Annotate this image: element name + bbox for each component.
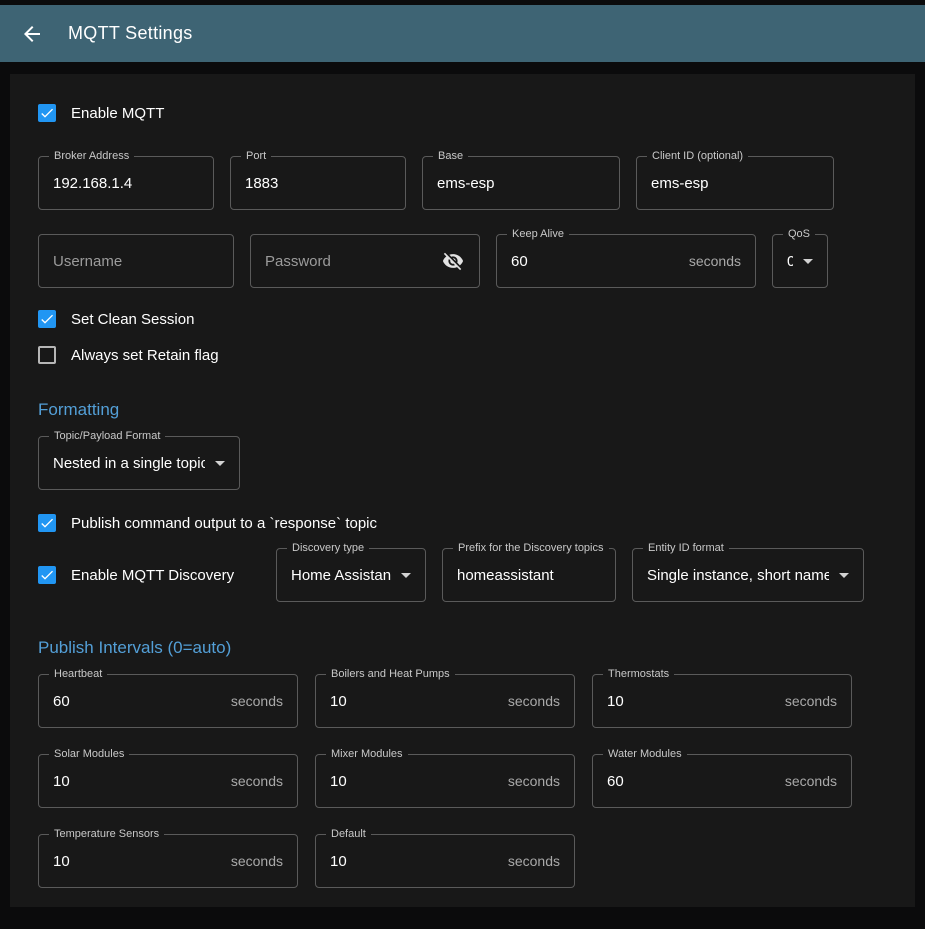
- unit-suffix: seconds: [508, 853, 560, 869]
- dropdown-arrow-icon: [803, 259, 813, 264]
- select-value: Single instance, short name: [647, 567, 829, 584]
- base-field[interactable]: Base: [422, 156, 620, 210]
- toggle-password-visibility-button[interactable]: [441, 249, 465, 273]
- thermostats-interval-input[interactable]: [607, 693, 777, 710]
- retain-flag-checkbox[interactable]: Always set Retain flag: [38, 346, 887, 364]
- field-label: Boilers and Heat Pumps: [326, 668, 455, 681]
- entity-id-format-select[interactable]: Entity ID format Single instance, short …: [632, 548, 864, 602]
- client-id-input[interactable]: [651, 175, 819, 192]
- publish-intervals-heading: Publish Intervals (0=auto): [38, 638, 887, 658]
- temperature-sensors-interval-field[interactable]: Temperature Sensors seconds: [38, 834, 298, 888]
- select-value: Home Assistant: [291, 567, 391, 584]
- publish-response-checkbox[interactable]: Publish command output to a `response` t…: [38, 514, 887, 532]
- username-field[interactable]: [38, 234, 234, 288]
- field-label: Prefix for the Discovery topics: [453, 542, 609, 555]
- field-label: Heartbeat: [49, 668, 107, 681]
- field-label: QoS: [783, 228, 815, 241]
- page-title: MQTT Settings: [68, 23, 193, 44]
- back-button[interactable]: [20, 22, 44, 46]
- discovery-type-select[interactable]: Discovery type Home Assistant: [276, 548, 426, 602]
- password-input[interactable]: [265, 253, 433, 270]
- connection-row-1: Broker Address Port Base Client ID (opti…: [38, 156, 887, 210]
- arrow-back-icon: [20, 22, 44, 46]
- checkbox-checked-icon: [38, 566, 56, 584]
- field-label: Mixer Modules: [326, 748, 408, 761]
- field-label: Thermostats: [603, 668, 674, 681]
- solar-interval-field[interactable]: Solar Modules seconds: [38, 754, 298, 808]
- unit-suffix: seconds: [231, 693, 283, 709]
- water-interval-input[interactable]: [607, 773, 777, 790]
- temperature-sensors-interval-input[interactable]: [53, 853, 223, 870]
- keep-alive-input[interactable]: [511, 253, 681, 270]
- checkbox-checked-icon: [38, 514, 56, 532]
- app-bar: MQTT Settings: [0, 5, 925, 62]
- dropdown-arrow-icon: [401, 573, 411, 578]
- qos-select[interactable]: QoS 0: [772, 234, 828, 288]
- unit-suffix: seconds: [231, 773, 283, 789]
- client-id-field[interactable]: Client ID (optional): [636, 156, 834, 210]
- field-label: Temperature Sensors: [49, 828, 164, 841]
- unit-suffix: seconds: [785, 773, 837, 789]
- field-label: Solar Modules: [49, 748, 129, 761]
- field-label: Keep Alive: [507, 228, 569, 241]
- discovery-prefix-input[interactable]: [457, 567, 601, 584]
- checkbox-label: Enable MQTT Discovery: [71, 567, 234, 584]
- select-value: Nested in a single topic: [53, 455, 205, 472]
- field-label: Port: [241, 150, 271, 163]
- visibility-off-icon: [442, 250, 464, 272]
- default-interval-field[interactable]: Default seconds: [315, 834, 575, 888]
- keep-alive-field[interactable]: Keep Alive seconds: [496, 234, 756, 288]
- formatting-heading: Formatting: [38, 400, 887, 420]
- dropdown-arrow-icon: [839, 573, 849, 578]
- field-label: Entity ID format: [643, 542, 729, 555]
- checkbox-label: Set Clean Session: [71, 311, 194, 328]
- checkbox-checked-icon: [38, 310, 56, 328]
- unit-suffix: seconds: [785, 693, 837, 709]
- thermostats-interval-field[interactable]: Thermostats seconds: [592, 674, 852, 728]
- unit-suffix: seconds: [689, 253, 741, 269]
- mqtt-settings-form: Enable MQTT Broker Address Port Base Cli…: [10, 74, 915, 907]
- field-label: Broker Address: [49, 150, 134, 163]
- port-field[interactable]: Port: [230, 156, 406, 210]
- field-label: Default: [326, 828, 371, 841]
- checkbox-unchecked-icon: [38, 346, 56, 364]
- username-input[interactable]: [53, 253, 219, 270]
- broker-address-input[interactable]: [53, 175, 199, 192]
- dropdown-arrow-icon: [215, 461, 225, 466]
- field-label: Water Modules: [603, 748, 687, 761]
- field-label: Discovery type: [287, 542, 369, 555]
- boilers-interval-input[interactable]: [330, 693, 500, 710]
- mixer-interval-input[interactable]: [330, 773, 500, 790]
- unit-suffix: seconds: [231, 853, 283, 869]
- connection-row-2: Keep Alive seconds QoS 0: [38, 234, 887, 288]
- solar-interval-input[interactable]: [53, 773, 223, 790]
- port-input[interactable]: [245, 175, 391, 192]
- checkbox-checked-icon: [38, 104, 56, 122]
- broker-address-field[interactable]: Broker Address: [38, 156, 214, 210]
- heartbeat-interval-field[interactable]: Heartbeat seconds: [38, 674, 298, 728]
- unit-suffix: seconds: [508, 693, 560, 709]
- boilers-interval-field[interactable]: Boilers and Heat Pumps seconds: [315, 674, 575, 728]
- field-label: Base: [433, 150, 468, 163]
- water-interval-field[interactable]: Water Modules seconds: [592, 754, 852, 808]
- password-field[interactable]: [250, 234, 480, 288]
- select-value: 0: [787, 253, 793, 270]
- base-input[interactable]: [437, 175, 605, 192]
- enable-mqtt-checkbox[interactable]: Enable MQTT: [38, 104, 887, 122]
- heartbeat-interval-input[interactable]: [53, 693, 223, 710]
- discovery-prefix-field[interactable]: Prefix for the Discovery topics: [442, 548, 616, 602]
- default-interval-input[interactable]: [330, 853, 500, 870]
- mixer-interval-field[interactable]: Mixer Modules seconds: [315, 754, 575, 808]
- intervals-grid: Heartbeat seconds Boilers and Heat Pumps…: [38, 674, 887, 888]
- discovery-row: Enable MQTT Discovery Discovery type Hom…: [38, 548, 887, 602]
- field-label: Client ID (optional): [647, 150, 748, 163]
- clean-session-checkbox[interactable]: Set Clean Session: [38, 310, 887, 328]
- field-label: Topic/Payload Format: [49, 430, 165, 443]
- checkbox-label: Publish command output to a `response` t…: [71, 515, 377, 532]
- checkbox-label: Always set Retain flag: [71, 347, 219, 364]
- checkbox-label: Enable MQTT: [71, 105, 164, 122]
- topic-format-select[interactable]: Topic/Payload Format Nested in a single …: [38, 436, 240, 490]
- enable-discovery-checkbox[interactable]: Enable MQTT Discovery: [38, 566, 260, 584]
- unit-suffix: seconds: [508, 773, 560, 789]
